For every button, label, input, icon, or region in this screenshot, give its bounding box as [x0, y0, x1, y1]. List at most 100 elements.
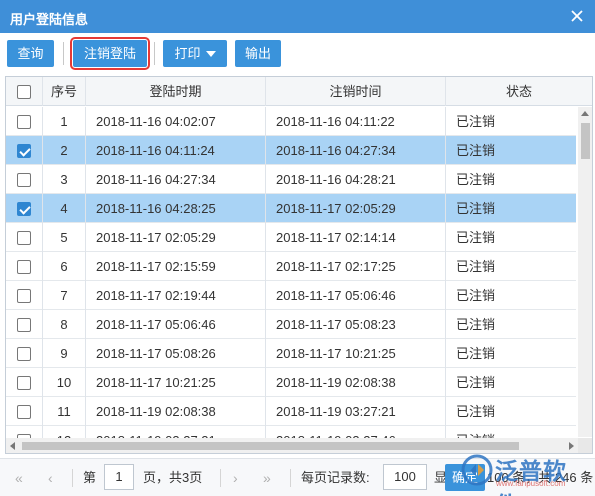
next-page-icon[interactable]: ›: [233, 468, 238, 488]
logout-time-cell: 2018-11-19 02:08:38: [266, 368, 446, 397]
pager-divider: [290, 469, 291, 487]
logout-time-cell: 2018-11-16 04:27:34: [266, 136, 446, 165]
row-select-cell[interactable]: [6, 252, 43, 281]
per-page-label: 每页记录数:: [301, 470, 370, 485]
toolbar-divider: [63, 42, 64, 65]
status-cell: 已注销: [446, 339, 592, 368]
table-row[interactable]: 3 2018-11-16 04:27:34 2018-11-16 04:28:21 已…: [6, 165, 576, 194]
select-all-checkbox[interactable]: [17, 85, 31, 99]
table-row[interactable]: 2 2018-11-16 04:11:24 2018-11-16 04:27:34 已…: [6, 136, 576, 165]
login-time-cell: 2018-11-17 10:21:25: [86, 368, 266, 397]
column-header-logout-time[interactable]: 注销时间: [266, 77, 446, 106]
row-checkbox[interactable]: [17, 318, 31, 332]
row-checkbox[interactable]: [17, 115, 31, 129]
row-select-cell[interactable]: [6, 165, 43, 194]
status-cell: 已注销: [446, 310, 592, 339]
page-number-input[interactable]: 1: [104, 464, 134, 490]
row-select-cell[interactable]: [6, 223, 43, 252]
row-checkbox[interactable]: [17, 202, 31, 216]
logout-time-cell: 2018-11-17 02:14:14: [266, 223, 446, 252]
print-button-label: 打印: [174, 46, 201, 61]
row-select-cell[interactable]: [6, 310, 43, 339]
scroll-left-icon[interactable]: [10, 442, 15, 450]
table-row[interactable]: 11 2018-11-19 02:08:38 2018-11-19 03:27:21…: [6, 397, 576, 426]
table-row[interactable]: 5 2018-11-17 02:05:29 2018-11-17 02:14:14 已…: [6, 223, 576, 252]
table-row[interactable]: 10 2018-11-17 10:21:25 2018-11-19 02:08:38…: [6, 368, 576, 397]
row-number: 2: [43, 136, 86, 165]
page-total-text: 页，共3页: [143, 470, 203, 485]
table-row[interactable]: 7 2018-11-17 02:19:44 2018-11-17 05:06:46 已…: [6, 281, 576, 310]
export-button[interactable]: 输出: [235, 40, 281, 67]
login-time-cell: 2018-11-17 02:05:29: [86, 223, 266, 252]
row-select-cell[interactable]: [6, 281, 43, 310]
row-checkbox[interactable]: [17, 347, 31, 361]
horizontal-scroll-thumb[interactable]: [22, 442, 519, 450]
first-page-icon[interactable]: «: [15, 468, 23, 488]
logout-time-cell: 2018-11-17 02:17:25: [266, 252, 446, 281]
table-header: 序号 登陆时期 注销时间 状态: [6, 77, 592, 106]
row-select-cell[interactable]: [6, 136, 43, 165]
table-row[interactable]: 9 2018-11-17 05:08:26 2018-11-17 10:21:25 已…: [6, 339, 576, 368]
row-checkbox[interactable]: [17, 144, 31, 158]
print-button[interactable]: 打印: [163, 40, 227, 67]
row-number: 7: [43, 281, 86, 310]
status-cell: 已注销: [446, 281, 592, 310]
row-select-cell[interactable]: [6, 107, 43, 136]
watermark-text: 泛普软件: [495, 458, 567, 496]
row-number: 4: [43, 194, 86, 223]
status-cell: 已注销: [446, 165, 592, 194]
prev-page-icon[interactable]: ‹: [48, 468, 53, 488]
column-header-login-time[interactable]: 登陆时期: [86, 77, 266, 106]
login-time-cell: 2018-11-16 04:02:07: [86, 107, 266, 136]
logo-icon: [461, 454, 493, 486]
row-checkbox[interactable]: [17, 376, 31, 390]
row-checkbox[interactable]: [17, 405, 31, 419]
row-checkbox[interactable]: [17, 289, 31, 303]
login-time-cell: 2018-11-16 04:27:34: [86, 165, 266, 194]
logout-time-cell: 2018-11-19 03:27:21: [266, 397, 446, 426]
row-checkbox[interactable]: [17, 173, 31, 187]
status-cell: 已注销: [446, 368, 592, 397]
login-time-cell: 2018-11-17 05:06:46: [86, 310, 266, 339]
per-page-input[interactable]: 100: [383, 464, 427, 490]
close-icon[interactable]: [567, 6, 587, 26]
status-cell: 已注销: [446, 397, 592, 426]
column-header-status[interactable]: 状态: [446, 77, 592, 106]
vertical-scroll-thumb[interactable]: [581, 123, 590, 159]
row-select-cell[interactable]: [6, 397, 43, 426]
logout-time-cell: 2018-11-16 04:11:22: [266, 107, 446, 136]
logout-login-button[interactable]: 注销登陆: [70, 37, 150, 70]
scroll-right-icon[interactable]: [569, 442, 574, 450]
header-select-all[interactable]: [6, 77, 43, 106]
pager-divider: [72, 469, 73, 487]
table-row[interactable]: 4 2018-11-16 04:28:25 2018-11-17 02:05:29 已…: [6, 194, 576, 223]
row-number: 10: [43, 368, 86, 397]
query-button[interactable]: 查询: [7, 40, 54, 67]
page-prefix: 第: [83, 470, 97, 485]
table-row[interactable]: 6 2018-11-17 02:15:59 2018-11-17 02:17:25 已…: [6, 252, 576, 281]
watermark-logo: 泛普软件 www.fanpusoft.com: [459, 450, 587, 496]
row-number: 5: [43, 223, 86, 252]
login-time-cell: 2018-11-17 05:08:26: [86, 339, 266, 368]
vertical-scrollbar[interactable]: [578, 107, 592, 437]
logout-time-cell: 2018-11-17 10:21:25: [266, 339, 446, 368]
logout-time-cell: 2018-11-17 02:05:29: [266, 194, 446, 223]
row-select-cell[interactable]: [6, 368, 43, 397]
login-time-cell: 2018-11-19 02:08:38: [86, 397, 266, 426]
column-header-no[interactable]: 序号: [43, 77, 86, 106]
logout-time-cell: 2018-11-16 04:28:21: [266, 165, 446, 194]
row-checkbox[interactable]: [17, 231, 31, 245]
table-row[interactable]: 8 2018-11-17 05:06:46 2018-11-17 05:08:23 已…: [6, 310, 576, 339]
scroll-up-icon[interactable]: [581, 111, 589, 116]
status-cell: 已注销: [446, 223, 592, 252]
row-select-cell[interactable]: [6, 339, 43, 368]
row-number: 6: [43, 252, 86, 281]
row-number: 11: [43, 397, 86, 426]
status-cell: 已注销: [446, 252, 592, 281]
row-number: 3: [43, 165, 86, 194]
toolbar-divider: [154, 42, 155, 65]
row-checkbox[interactable]: [17, 260, 31, 274]
table-row[interactable]: 1 2018-11-16 04:02:07 2018-11-16 04:11:22 已…: [6, 107, 576, 136]
row-select-cell[interactable]: [6, 194, 43, 223]
last-page-icon[interactable]: »: [263, 468, 271, 488]
